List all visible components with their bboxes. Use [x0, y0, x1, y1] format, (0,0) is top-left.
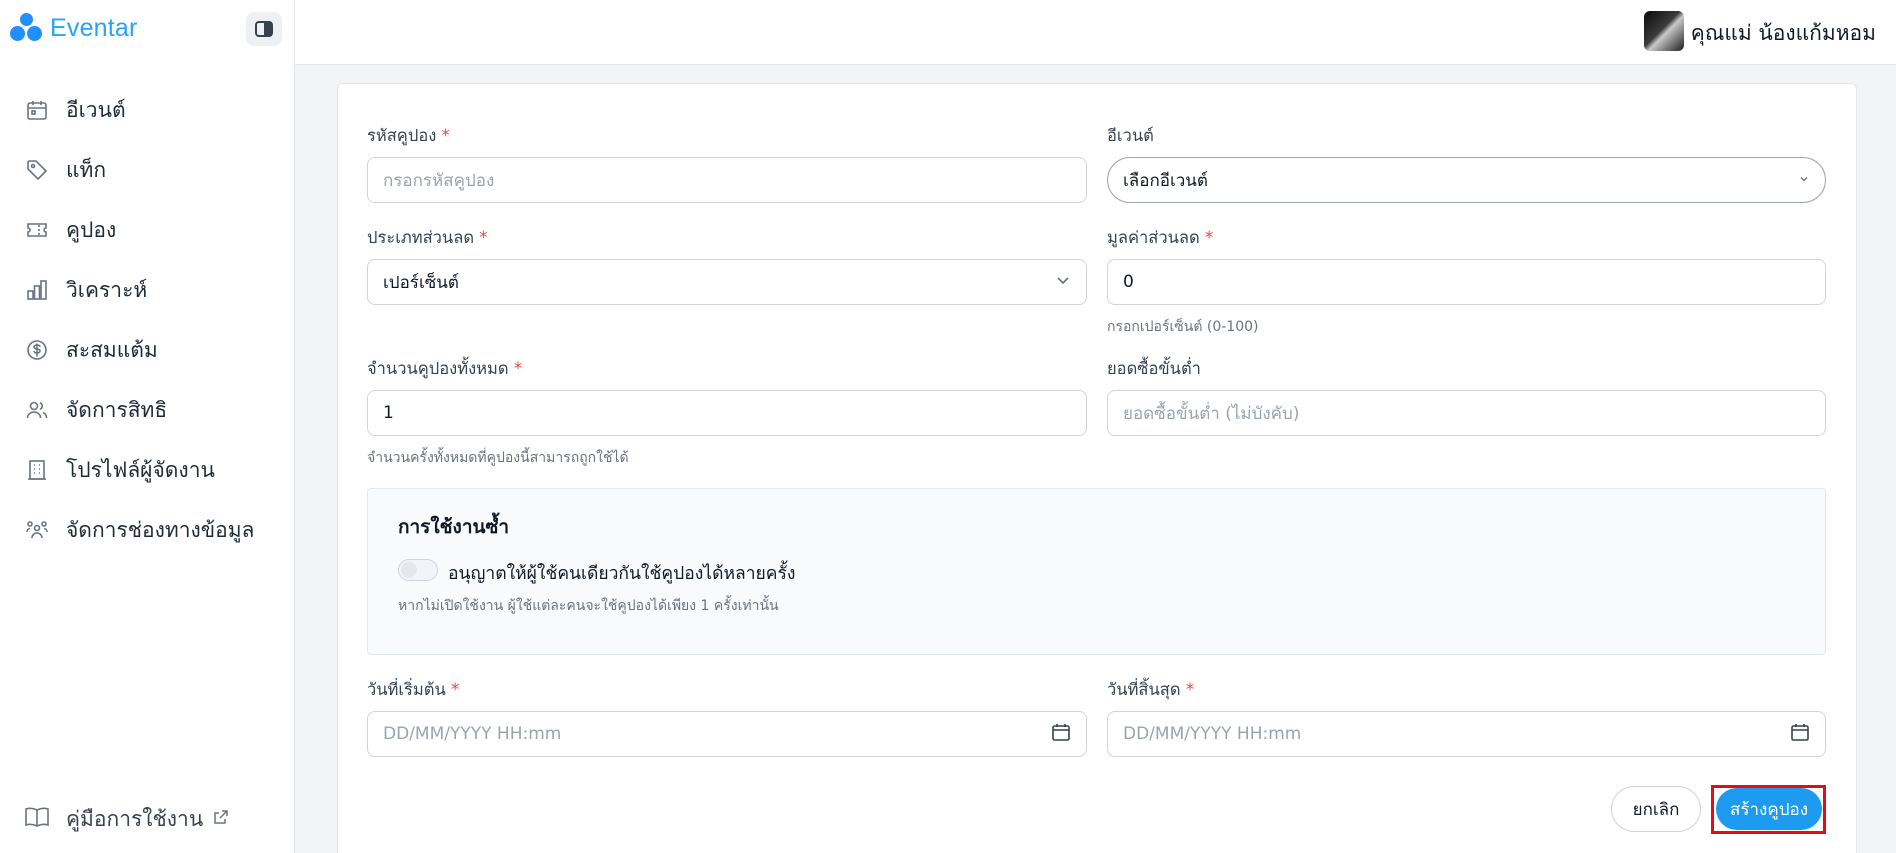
- sidebar-item-tags[interactable]: แท็ก: [0, 140, 294, 200]
- total-coupons-input[interactable]: 1: [367, 390, 1087, 436]
- event-select[interactable]: เลือกอีเวนต์: [1107, 157, 1826, 203]
- discount-value-label: มูลค่าส่วนลด *: [1107, 228, 1214, 247]
- coupon-code-label: รหัสคูปอง *: [367, 126, 450, 145]
- top-header: คุณแม่ น้องแก้มหอม: [295, 0, 1896, 65]
- cancel-button[interactable]: ยกเลิก: [1611, 786, 1701, 832]
- bar-chart-icon: [24, 277, 50, 303]
- reuse-hint: หากไม่เปิดใช้งาน ผู้ใช้แต่ละคนจะใช้คูปอง…: [398, 598, 779, 614]
- sidebar-item-label: จัดการสิทธิ: [66, 397, 168, 422]
- sidebar-item-label: คู่มือการใช้งาน: [66, 806, 204, 831]
- start-date-placeholder: DD/MM/YYYY HH:mm: [383, 724, 562, 744]
- discount-value-input[interactable]: 0: [1107, 259, 1826, 305]
- reuse-section-title: การใช้งานซ้ำ: [398, 516, 510, 538]
- end-date-input[interactable]: DD/MM/YYYY HH:mm: [1107, 711, 1826, 757]
- sidebar: Eventar อีเวนต์ แท็ก คูปอง วิเคราะห์ สะส…: [0, 0, 295, 853]
- external-link-icon: [213, 809, 229, 829]
- sidebar-item-permissions[interactable]: จัดการสิทธิ: [0, 380, 294, 440]
- sidebar-item-coupons[interactable]: คูปอง: [0, 200, 294, 260]
- discount-type-select[interactable]: เปอร์เซ็นต์: [367, 259, 1087, 305]
- min-purchase-label: ยอดซื้อขั้นต่ำ: [1107, 359, 1201, 378]
- start-date-input[interactable]: DD/MM/YYYY HH:mm: [367, 711, 1087, 757]
- reuse-section: การใช้งานซ้ำ อนุญาตให้ผู้ใช้คนเดียวกันใช…: [367, 488, 1826, 655]
- calendar-icon: [24, 97, 50, 123]
- min-purchase-input[interactable]: ยอดซื้อขั้นต่ำ (ไม่บังคับ): [1107, 390, 1826, 436]
- sidebar-item-organizer-profile[interactable]: โปรไฟล์ผู้จัดงาน: [0, 440, 294, 500]
- discount-type-value: เปอร์เซ็นต์: [383, 272, 459, 293]
- discount-value-hint: กรอกเปอร์เซ็นต์ (0-100): [1107, 319, 1259, 335]
- sidebar-item-data-channels[interactable]: จัดการช่องทางข้อมูล: [0, 500, 294, 560]
- book-icon: [24, 805, 50, 833]
- toggle-knob: [401, 562, 417, 578]
- people-group-icon: [24, 517, 50, 543]
- sidebar-item-analytics[interactable]: วิเคราะห์: [0, 260, 294, 320]
- brand-name: Eventar: [50, 13, 138, 42]
- users-icon: [24, 397, 50, 423]
- brand[interactable]: Eventar: [10, 12, 138, 44]
- sidebar-item-points[interactable]: สะสมแต้ม: [0, 320, 294, 380]
- sidebar-item-label: จัดการช่องทางข้อมูล: [66, 517, 255, 542]
- chevron-down-icon: [1055, 272, 1071, 293]
- eventar-logo-icon: [10, 13, 44, 43]
- create-coupon-button[interactable]: สร้างคูปอง: [1716, 788, 1822, 830]
- avatar[interactable]: [1644, 11, 1684, 51]
- user-name[interactable]: คุณแม่ น้องแก้มหอม: [1691, 17, 1876, 50]
- ticket-icon: [24, 217, 50, 243]
- chevron-down-icon: [1798, 170, 1810, 190]
- sidebar-item-label: แท็ก: [66, 157, 107, 182]
- building-icon: [24, 457, 50, 483]
- sidebar-item-label: โปรไฟล์ผู้จัดงาน: [66, 457, 215, 482]
- start-date-label: วันที่เริ่มต้น *: [367, 680, 460, 699]
- calendar-icon[interactable]: [1790, 722, 1810, 747]
- total-coupons-hint: จำนวนครั้งทั้งหมดที่คูปองนี้สามารถถูกใช้…: [367, 450, 629, 466]
- sidebar-item-label: วิเคราะห์: [66, 277, 148, 302]
- dollar-circle-icon: [24, 337, 50, 363]
- event-label: อีเวนต์: [1107, 126, 1154, 145]
- sidebar-toggle-icon: [255, 21, 273, 37]
- end-date-label: วันที่สิ้นสุด *: [1107, 680, 1195, 699]
- sidebar-item-user-guide[interactable]: คู่มือการใช้งาน: [0, 797, 229, 841]
- discount-type-label: ประเภทส่วนลด *: [367, 228, 488, 247]
- total-coupons-label: จำนวนคูปองทั้งหมด *: [367, 359, 523, 378]
- end-date-placeholder: DD/MM/YYYY HH:mm: [1123, 724, 1302, 744]
- sidebar-toggle-button[interactable]: [246, 12, 282, 46]
- sidebar-item-label: สะสมแต้ม: [66, 337, 158, 362]
- calendar-icon[interactable]: [1051, 722, 1071, 747]
- reuse-toggle[interactable]: [398, 559, 438, 581]
- sidebar-item-label: อีเวนต์: [66, 97, 126, 122]
- tag-icon: [24, 157, 50, 183]
- reuse-toggle-label: อนุญาตให้ผู้ใช้คนเดียวกันใช้คูปองได้หลาย…: [448, 564, 796, 584]
- sidebar-item-events[interactable]: อีเวนต์: [0, 80, 294, 140]
- sidebar-item-label: คูปอง: [66, 217, 117, 242]
- coupon-code-input[interactable]: กรอกรหัสคูปอง: [367, 157, 1087, 203]
- sidebar-nav: อีเวนต์ แท็ก คูปอง วิเคราะห์ สะสมแต้ม จั…: [0, 80, 294, 560]
- event-select-value: เลือกอีเวนต์: [1123, 170, 1208, 191]
